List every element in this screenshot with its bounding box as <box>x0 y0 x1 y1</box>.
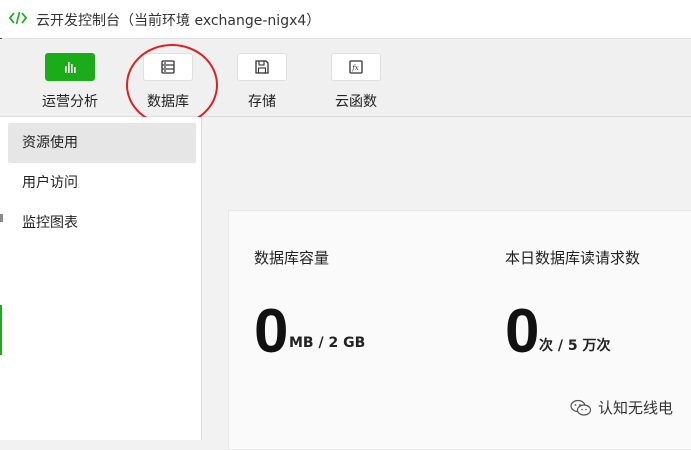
sidebar-item-user-access[interactable]: 用户访问 <box>8 163 196 203</box>
window-title: 云开发控制台（当前环境 exchange-nigx4） <box>36 13 321 29</box>
database-icon <box>161 60 175 74</box>
function-icon: fx <box>349 60 363 74</box>
metric-title-db-read-requests: 本日数据库读请求数 <box>505 249 641 267</box>
sidebar-item-label: 用户访问 <box>22 175 78 191</box>
sidebar-item-label: 资源使用 <box>22 135 78 151</box>
metric-value-db-capacity: 0 <box>254 297 289 366</box>
watermark-text: 认知无线电 <box>597 399 673 417</box>
save-icon <box>255 60 269 74</box>
tool-label: 存储 <box>248 94 276 110</box>
title-bar: 云开发控制台（当前环境 exchange-nigx4） <box>0 0 691 39</box>
metric-value-db-read-requests: 0 <box>505 297 540 366</box>
storage-button[interactable] <box>237 53 287 81</box>
metric-unit-db-read-requests: 次 / 5 万次 <box>539 338 611 354</box>
metric-unit-db-capacity: MB / 2 GB <box>289 335 366 351</box>
metric-title-db-capacity: 数据库容量 <box>254 249 330 267</box>
code-icon <box>9 11 27 25</box>
sidebar-item-resource-usage[interactable]: 资源使用 <box>8 123 196 163</box>
bar-chart-icon <box>65 62 76 73</box>
sidebar-item-monitoring-charts[interactable]: 监控图表 <box>8 203 196 243</box>
watermark: 认知无线电 <box>570 397 673 418</box>
main-panel: 数据库容量 0 MB / 2 GB 本日数据库读请求数 0 次 / 5 万次 <box>202 117 691 450</box>
sidebar-item-label: 监控图表 <box>22 215 78 231</box>
wechat-icon <box>570 399 592 416</box>
sidebar: 资源使用 用户访问 监控图表 <box>0 117 202 440</box>
tool-analytics[interactable]: 运营分析 <box>35 53 105 111</box>
window-edge-accent <box>0 305 2 355</box>
tool-label: 云函数 <box>335 94 377 110</box>
tool-label: 运营分析 <box>42 94 98 110</box>
tool-database[interactable]: 数据库 <box>133 53 203 111</box>
analytics-button[interactable] <box>45 53 95 81</box>
tool-label: 数据库 <box>147 94 189 110</box>
tool-storage[interactable]: 存储 <box>227 53 297 111</box>
toolbar: 运营分析 数据库 存储 fx 云函数 <box>0 39 691 126</box>
svg-text:fx: fx <box>351 64 359 72</box>
window-edge-mark <box>0 214 3 222</box>
tool-cloud-function[interactable]: fx 云函数 <box>321 53 391 111</box>
database-button[interactable] <box>143 53 193 81</box>
cloud-function-button[interactable]: fx <box>331 53 381 81</box>
